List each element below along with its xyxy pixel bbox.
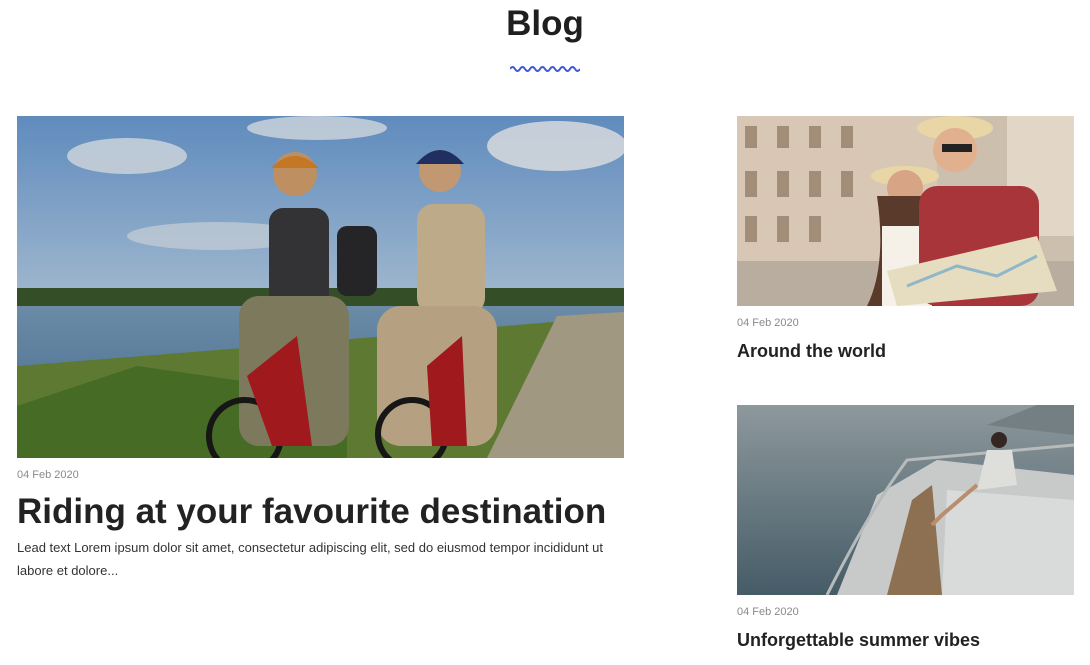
post-title-link[interactable]: Riding at your favourite destination bbox=[17, 492, 606, 531]
blog-section: Blog 04 Feb 2020 Riding at your favourit… bbox=[0, 0, 1090, 665]
featured-post-image[interactable] bbox=[17, 116, 624, 458]
post-title-link[interactable]: Unforgettable summer vibes bbox=[737, 630, 980, 650]
bicycle-riders-photo-icon bbox=[17, 116, 624, 458]
travel-couple-map-photo-icon bbox=[737, 116, 1074, 306]
wavy-underline-icon bbox=[510, 66, 580, 72]
post-title-link[interactable]: Around the world bbox=[737, 341, 886, 361]
side-post-image[interactable] bbox=[737, 116, 1074, 306]
side-post-image[interactable] bbox=[737, 405, 1074, 595]
side-post[interactable]: 04 Feb 2020 Around the world bbox=[737, 116, 1074, 362]
post-title[interactable]: Riding at your favourite destination bbox=[17, 492, 624, 532]
side-post[interactable]: 04 Feb 2020 Unforgettable summer vibes bbox=[737, 405, 1074, 651]
page-title: Blog bbox=[506, 4, 584, 43]
yacht-sea-photo-icon bbox=[737, 405, 1074, 595]
blog-header: Blog bbox=[0, 0, 1090, 74]
post-date: 04 Feb 2020 bbox=[17, 469, 79, 481]
post-date: 04 Feb 2020 bbox=[737, 317, 799, 329]
post-title[interactable]: Unforgettable summer vibes bbox=[737, 629, 1074, 651]
post-title[interactable]: Around the world bbox=[737, 340, 1074, 362]
post-date: 04 Feb 2020 bbox=[737, 606, 799, 618]
post-lead: Lead text Lorem ipsum dolor sit amet, co… bbox=[17, 540, 604, 578]
featured-post[interactable]: 04 Feb 2020 Riding at your favourite des… bbox=[17, 116, 624, 582]
